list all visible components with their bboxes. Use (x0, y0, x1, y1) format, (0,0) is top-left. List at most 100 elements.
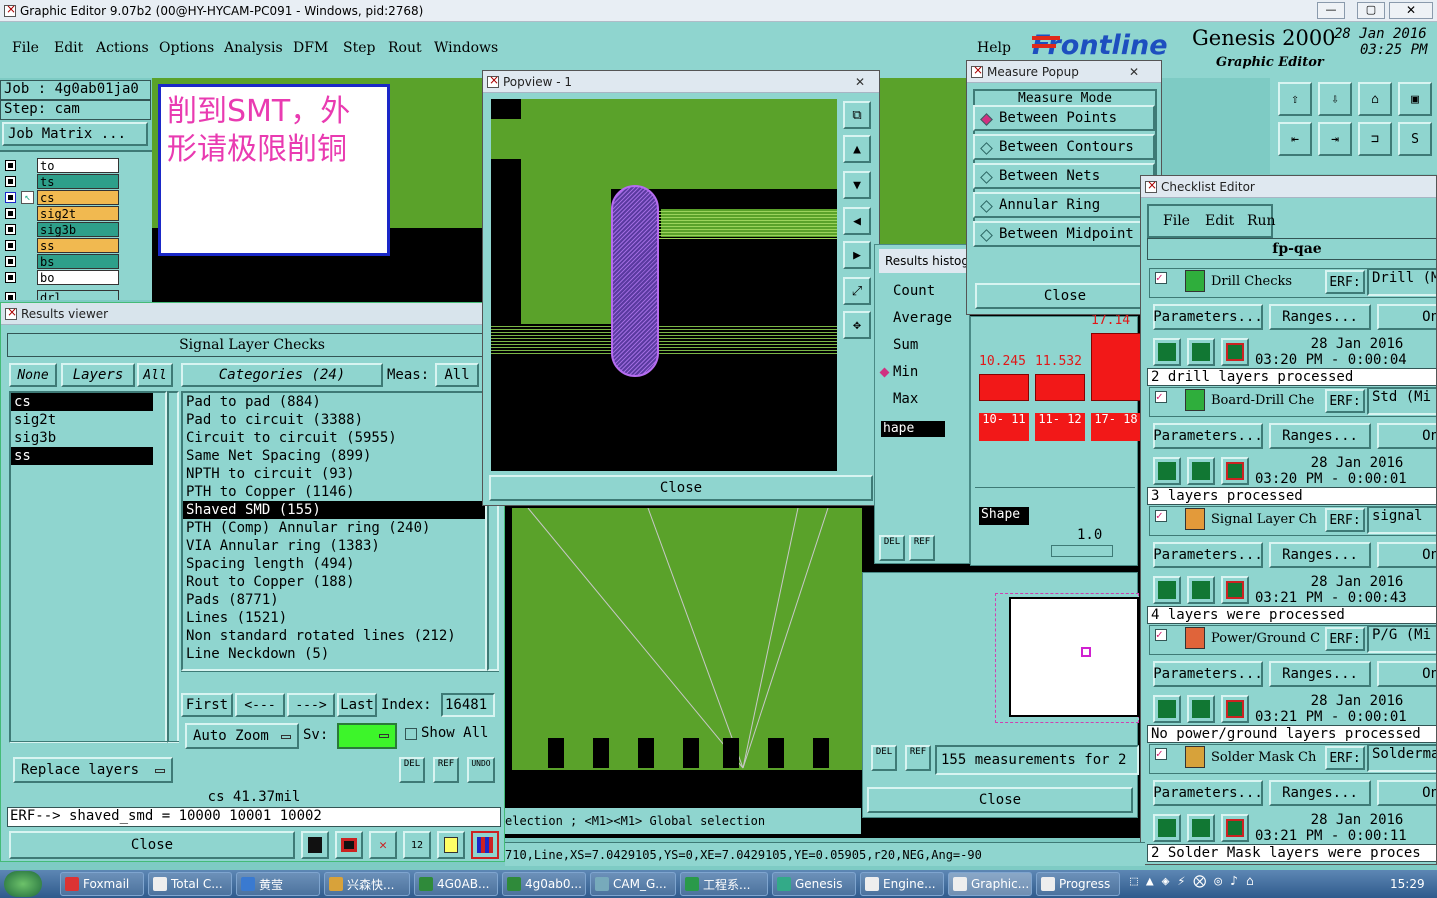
del-button[interactable]: DEL (871, 745, 897, 771)
list-item[interactable]: Same Net Spacing (899) (183, 447, 485, 465)
last-button[interactable]: Last (337, 693, 377, 717)
run-layers-icon[interactable] (1187, 814, 1215, 842)
auto-zoom-select[interactable]: Auto Zoom (185, 723, 299, 749)
layer-row[interactable]: ↖ cs (5, 190, 120, 205)
meas-select[interactable]: All (435, 363, 479, 387)
run-layers-icon[interactable] (1187, 457, 1215, 485)
list-item[interactable]: Lines (1521) (183, 609, 485, 627)
notes-icon[interactable] (437, 831, 465, 859)
next-button[interactable]: ---> (287, 693, 335, 717)
menu-dfm[interactable]: DFM (293, 40, 328, 56)
zoom-center-icon[interactable]: ✥ (843, 311, 871, 339)
list-item-selected[interactable]: Shaved SMD (155) (183, 501, 485, 519)
task-engineering[interactable]: 工程系... (680, 872, 768, 896)
toolbar-download-icon[interactable]: ⇩ (1318, 82, 1352, 116)
on-button[interactable]: On (1377, 304, 1436, 330)
task-cam[interactable]: CAM_G... (590, 872, 676, 896)
run-layers-icon[interactable] (1187, 576, 1215, 604)
start-button[interactable] (4, 871, 42, 897)
mode-between-nets[interactable]: Between Nets (973, 163, 1155, 189)
parameters-button[interactable]: Parameters... (1153, 423, 1263, 449)
run-icon[interactable] (1153, 338, 1181, 366)
erf-button[interactable]: ERF: (1325, 746, 1365, 770)
action-checkbox[interactable]: ✓ (1155, 391, 1167, 403)
menu-rout[interactable]: Rout (388, 40, 422, 56)
stat-sum[interactable]: Sum (875, 337, 918, 353)
menu-options[interactable]: Options (159, 40, 214, 56)
histogram-bar[interactable] (1035, 374, 1085, 401)
results-close-button[interactable]: Close (9, 831, 295, 859)
toolbar-step-icon[interactable]: ⊐ (1358, 122, 1392, 156)
popview-close-icon[interactable]: ✕ (847, 74, 873, 90)
list-item[interactable]: Spacing length (494) (183, 555, 485, 573)
ranges-button[interactable]: Ranges... (1269, 661, 1371, 687)
popview-close-button[interactable]: Close (489, 475, 873, 501)
job-matrix-button[interactable]: Job Matrix ... (2, 122, 148, 146)
task-progress[interactable]: Progress (1036, 872, 1120, 896)
layer-row[interactable]: bs (5, 254, 120, 269)
layers-button[interactable]: Layers (61, 363, 135, 387)
erf-value[interactable]: Solderma (1367, 744, 1436, 772)
task-xingsen[interactable]: 兴森快... (324, 872, 410, 896)
parameters-button[interactable]: Parameters... (1153, 661, 1263, 687)
layer-list-hscrollbar[interactable] (9, 741, 179, 753)
on-button[interactable]: On (1377, 661, 1436, 687)
stat-min[interactable]: Min (875, 364, 918, 380)
layer-checkbox[interactable] (5, 192, 16, 203)
task-4g0ab0[interactable]: 4g0ab0... (502, 872, 586, 896)
menu-edit[interactable]: Edit (54, 40, 83, 56)
stop-icon[interactable] (1221, 814, 1249, 842)
parameters-button[interactable]: Parameters... (1153, 304, 1263, 330)
undo-button[interactable]: UNDO (467, 757, 495, 783)
erf-button[interactable]: ERF: (1325, 508, 1365, 532)
action-checkbox[interactable]: ✓ (1155, 272, 1167, 284)
on-button[interactable]: On (1377, 780, 1436, 806)
toolbar-upload-icon[interactable]: ⇧ (1278, 82, 1312, 116)
menu-step[interactable]: Step (343, 40, 375, 56)
results-layer-list[interactable]: cs sig2t sig3b ss (9, 391, 167, 743)
layer-row[interactable]: ss (5, 238, 120, 253)
list-item[interactable]: NPTH to circuit (93) (183, 465, 485, 483)
list-item[interactable]: cs (11, 393, 153, 411)
category-list[interactable]: Pad to pad (884) Pad to circuit (3388) C… (181, 391, 487, 671)
stop-icon[interactable] (1221, 576, 1249, 604)
layer-checkbox[interactable] (5, 224, 16, 235)
ranges-button[interactable]: Ranges... (1269, 304, 1371, 330)
list-item[interactable]: Pad to pad (884) (183, 393, 485, 411)
list-item[interactable]: Line Neckdown (5) (183, 645, 485, 663)
list-item[interactable]: Non standard rotated lines (212) (183, 627, 485, 645)
list-item[interactable]: sig3b (11, 429, 165, 447)
parameters-button[interactable]: Parameters... (1153, 780, 1263, 806)
layer-checkbox[interactable] (5, 256, 16, 267)
erf-button[interactable]: ERF: (1325, 270, 1365, 294)
menu-file[interactable]: File (12, 40, 39, 56)
maximize-button[interactable]: ▢ (1357, 2, 1385, 19)
record-icon[interactable] (335, 831, 363, 859)
scale-slider[interactable] (1051, 545, 1113, 557)
layer-row[interactable]: sig2t (5, 206, 120, 221)
layer-list-scrollbar[interactable] (167, 391, 179, 743)
action-checkbox[interactable]: ✓ (1155, 629, 1167, 641)
menu-help[interactable]: Help (977, 40, 1011, 56)
layer-row[interactable]: bo (5, 270, 120, 285)
all-layers-button[interactable]: All (137, 363, 173, 387)
del-button[interactable]: DEL (399, 757, 425, 783)
pan-up-icon[interactable]: ▲ (843, 135, 871, 163)
on-button[interactable]: On (1377, 423, 1436, 449)
run-layers-icon[interactable] (1187, 695, 1215, 723)
list-item[interactable]: ss (11, 447, 153, 465)
mode-between-midpoint[interactable]: Between Midpoint (973, 221, 1155, 247)
checklist-menu-file[interactable]: File (1163, 213, 1190, 229)
toolbar-script-icon[interactable]: S (1398, 122, 1432, 156)
erf-value[interactable]: Drill (M (1367, 268, 1436, 296)
checklist-menu-edit[interactable]: Edit (1205, 213, 1234, 229)
layer-checkbox[interactable] (5, 240, 16, 251)
task-chat[interactable]: 黄莹 (236, 872, 320, 896)
task-foxmail[interactable]: Foxmail (60, 872, 144, 896)
delete-icon[interactable]: ✕ (369, 831, 397, 859)
close-window-button[interactable]: ✕ (1389, 2, 1433, 19)
stat-max[interactable]: Max (875, 391, 918, 407)
stop-icon[interactable] (1221, 457, 1249, 485)
ranges-button[interactable]: Ranges... (1269, 423, 1371, 449)
run-layers-icon[interactable] (1187, 338, 1215, 366)
